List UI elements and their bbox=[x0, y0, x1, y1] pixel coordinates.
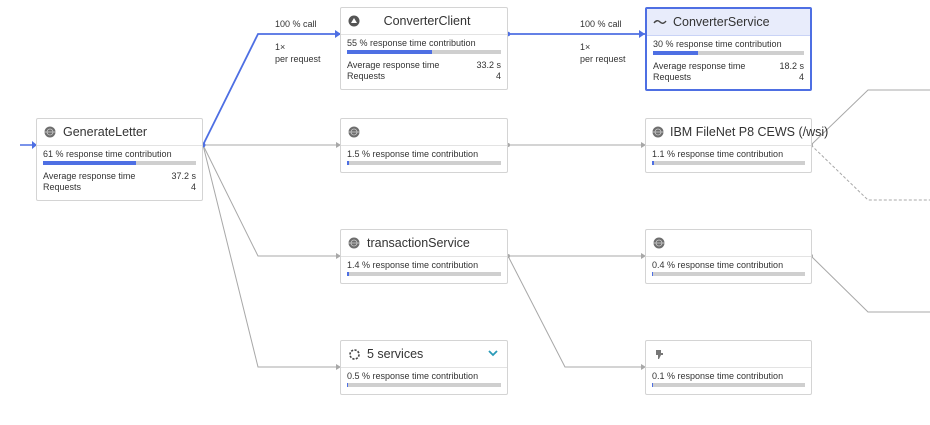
node-title: ConverterClient bbox=[383, 14, 471, 28]
requests-row: Requests 4 bbox=[341, 71, 507, 82]
contribution-bar-fill bbox=[652, 161, 654, 165]
avg-response-row: Average response time 18.2 s bbox=[647, 55, 810, 72]
avg-response-value: 37.2 s bbox=[171, 171, 196, 181]
node-title: ConverterService bbox=[673, 15, 770, 29]
edge-label-call: 100 % call bbox=[580, 19, 622, 29]
edge-label-count: 1× bbox=[580, 42, 591, 52]
edge-generateletter-converterclient bbox=[202, 33, 340, 146]
contribution-bar-fill bbox=[347, 50, 432, 54]
contribution-label: 30 % response time contribution bbox=[653, 39, 782, 49]
chevron-down-icon[interactable] bbox=[487, 347, 499, 359]
globe-icon bbox=[347, 125, 361, 139]
contribution-bar-fill bbox=[652, 272, 653, 276]
contribution-label: 61 % response time contribution bbox=[43, 149, 172, 159]
globe-icon bbox=[652, 236, 666, 250]
avg-response-value: 33.2 s bbox=[476, 60, 501, 70]
edge-unnamed2-offscreen bbox=[810, 255, 930, 313]
edge-filenet-offscreen-2 bbox=[810, 144, 930, 201]
contribution-bar bbox=[652, 161, 805, 165]
globe-icon bbox=[347, 236, 361, 250]
requests-label: Requests bbox=[43, 182, 82, 192]
contribution-bar-fill bbox=[43, 161, 137, 165]
requests-value: 4 bbox=[798, 72, 804, 82]
node-transactionservice[interactable]: transactionService 1.4 % response time c… bbox=[340, 229, 508, 284]
avg-response-row: Average response time 37.2 s bbox=[37, 165, 202, 182]
contribution-label: 1.4 % response time contribution bbox=[347, 260, 479, 270]
plugin-icon bbox=[652, 347, 666, 361]
node-title: GenerateLetter bbox=[63, 125, 148, 139]
edge-transaction-unnamed3 bbox=[507, 255, 645, 368]
avg-response-label: Average response time bbox=[43, 171, 136, 181]
node-title: IBM FileNet P8 CEWS (/wsi) bbox=[670, 125, 829, 139]
contribution-bar bbox=[347, 383, 501, 387]
node-converterclient[interactable]: ConverterClient 55 % response time contr… bbox=[340, 7, 508, 90]
requests-value: 4 bbox=[190, 182, 196, 192]
requests-row: Requests 4 bbox=[37, 182, 202, 193]
contribution-label: 0.5 % response time contribution bbox=[347, 371, 479, 381]
requests-label: Requests bbox=[347, 71, 386, 81]
node-converterservice[interactable]: ConverterService 30 % response time cont… bbox=[645, 7, 812, 91]
edge-filenet-offscreen-1 bbox=[810, 89, 930, 146]
node-ibm-filenet[interactable]: IBM FileNet P8 CEWS (/wsi) 1.1 % respons… bbox=[645, 118, 828, 173]
globe-icon bbox=[652, 125, 664, 139]
contribution-bar-fill bbox=[653, 51, 699, 55]
contribution-bar bbox=[652, 272, 805, 276]
requests-label: Requests bbox=[653, 72, 692, 82]
edge-label-call: 100 % call bbox=[275, 19, 317, 29]
contribution-bar-fill bbox=[347, 272, 350, 276]
client-icon bbox=[347, 14, 361, 28]
contribution-bar bbox=[347, 161, 501, 165]
wave-icon bbox=[653, 15, 667, 29]
contribution-bar bbox=[652, 383, 805, 387]
node-title: 5 services bbox=[367, 347, 424, 361]
contribution-label: 1.1 % response time contribution bbox=[652, 149, 784, 159]
node-unnamed-service-3[interactable]: 0.1 % response time contribution bbox=[645, 340, 812, 395]
avg-response-row: Average response time 33.2 s bbox=[341, 54, 507, 71]
contribution-label: 0.4 % response time contribution bbox=[652, 260, 784, 270]
node-title: transactionService bbox=[367, 236, 470, 250]
globe-icon bbox=[43, 125, 57, 139]
requests-row: Requests 4 bbox=[647, 72, 810, 83]
contribution-bar-fill bbox=[347, 383, 348, 387]
services-group-icon bbox=[347, 347, 361, 361]
avg-response-label: Average response time bbox=[347, 60, 440, 70]
node-unnamed-service-1[interactable]: 1.5 % response time contribution bbox=[340, 118, 508, 173]
node-unnamed-service-2[interactable]: 0.4 % response time contribution bbox=[645, 229, 812, 284]
avg-response-label: Average response time bbox=[653, 61, 746, 71]
node-5-services-group[interactable]: 5 services 0.5 % response time contribut… bbox=[340, 340, 508, 395]
edge-label-count: 1× bbox=[275, 42, 286, 52]
contribution-bar bbox=[43, 161, 196, 165]
contribution-label: 1.5 % response time contribution bbox=[347, 149, 479, 159]
contribution-bar-fill bbox=[652, 383, 653, 387]
node-generateletter[interactable]: GenerateLetter 61 % response time contri… bbox=[36, 118, 203, 201]
contribution-bar bbox=[653, 51, 804, 55]
edge-label-per: per request bbox=[580, 54, 626, 64]
avg-response-value: 18.2 s bbox=[779, 61, 804, 71]
contribution-bar bbox=[347, 50, 501, 54]
edge-label-per: per request bbox=[275, 54, 321, 64]
contribution-bar bbox=[347, 272, 501, 276]
edge-generateletter-transactionservice bbox=[202, 144, 340, 257]
contribution-label: 0.1 % response time contribution bbox=[652, 371, 784, 381]
contribution-label: 55 % response time contribution bbox=[347, 38, 476, 48]
contribution-bar-fill bbox=[347, 161, 350, 165]
requests-value: 4 bbox=[495, 71, 501, 81]
